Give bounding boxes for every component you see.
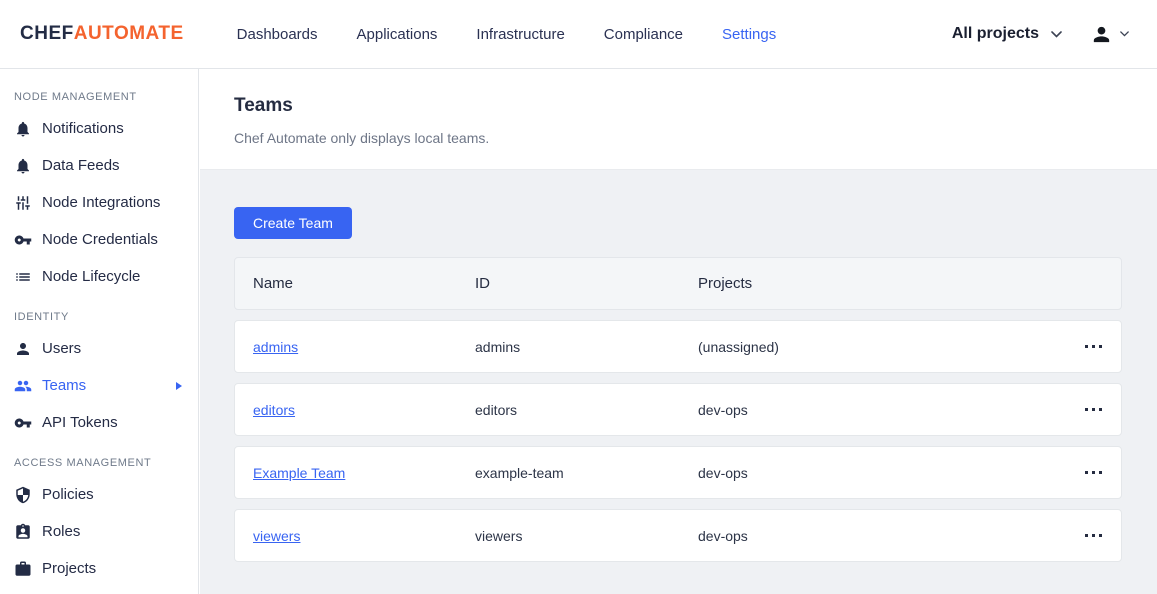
- sidebar-section-identity: IDENTITY Users Teams API Tokens: [0, 309, 198, 441]
- team-name-link[interactable]: admins: [253, 339, 298, 355]
- projects-filter-dropdown[interactable]: All projects: [952, 25, 1062, 43]
- topbar-right: All projects: [952, 23, 1129, 46]
- column-header-projects: Projects: [698, 275, 753, 292]
- page-body: Create Team Name ID Projects admins admin…: [200, 170, 1157, 562]
- create-team-button[interactable]: Create Team: [234, 207, 352, 239]
- sliders-icon: [14, 194, 32, 212]
- sidebar-item-label: Projects: [42, 560, 97, 577]
- projects-dropdown-label: All projects: [951, 25, 1039, 42]
- team-id-cell: editors: [475, 401, 518, 418]
- chef-automate-logo[interactable]: CHEF AUTOMATE: [20, 23, 184, 45]
- column-header-id: ID: [475, 275, 490, 292]
- sidebar-item-teams[interactable]: Teams: [0, 367, 198, 404]
- key-icon: [14, 414, 32, 432]
- table-row: editors editors dev-ops: [234, 383, 1122, 436]
- list-icon: [14, 268, 32, 286]
- user-avatar-icon: [1090, 23, 1113, 46]
- expand-right-arrow-icon[interactable]: [176, 381, 182, 390]
- team-name-link[interactable]: viewers: [253, 528, 300, 544]
- team-projects-cell: (unassigned): [698, 338, 779, 355]
- sidebar-item-policies[interactable]: Policies: [0, 476, 198, 513]
- nav-tab-applications[interactable]: Applications: [357, 0, 438, 69]
- teams-table: Name ID Projects admins admins (unassigned…: [234, 257, 1122, 562]
- person-icon: [14, 340, 32, 358]
- row-actions-menu-button[interactable]: [1079, 337, 1108, 356]
- sidebar-item-projects[interactable]: Projects: [0, 550, 198, 587]
- main-nav: Dashboards Applications Infrastructure Comp…: [237, 0, 777, 69]
- key-icon: [14, 231, 32, 249]
- nav-tab-infrastructure[interactable]: Infrastructure: [476, 0, 564, 69]
- bell-icon: [14, 157, 32, 175]
- team-name-link[interactable]: Example Team: [253, 465, 345, 481]
- team-id-cell: admins: [475, 338, 521, 355]
- sidebar-item-label: Roles: [42, 523, 81, 540]
- sidebar-item-label: Policies: [42, 486, 94, 503]
- sidebar-item-label: Notifications: [42, 120, 124, 137]
- table-header-row: Name ID Projects: [234, 257, 1122, 310]
- chevron-down-icon: [1051, 30, 1062, 38]
- sidebar-item-notifications[interactable]: Notifications: [0, 110, 198, 147]
- sidebar-item-label: Node Integrations: [42, 194, 161, 211]
- table-row: Example Team example-team dev-ops: [234, 446, 1122, 499]
- row-actions-menu-button[interactable]: [1079, 400, 1108, 419]
- nav-tab-settings[interactable]: Settings: [722, 0, 776, 69]
- column-header-name: Name: [253, 275, 294, 292]
- sidebar-item-node-integrations[interactable]: Node Integrations: [0, 184, 198, 221]
- nav-tab-compliance[interactable]: Compliance: [604, 0, 683, 69]
- sidebar-item-roles[interactable]: Roles: [0, 513, 198, 550]
- team-id-cell: viewers: [475, 527, 523, 544]
- sidebar-item-label: Users: [42, 340, 82, 357]
- badge-icon: [14, 523, 32, 541]
- shield-icon: [14, 486, 32, 504]
- team-projects-cell: dev-ops: [698, 464, 748, 481]
- sidebar-section-label: NODE MANAGEMENT: [14, 91, 137, 103]
- row-actions-menu-button[interactable]: [1079, 463, 1108, 482]
- logo-automate-text: AUTOMATE: [73, 23, 184, 44]
- team-name-link[interactable]: editors: [253, 402, 295, 418]
- top-nav-bar: CHEF AUTOMATE Dashboards Applications Infra…: [0, 0, 1157, 69]
- sidebar-item-data-feeds[interactable]: Data Feeds: [0, 147, 198, 184]
- sidebar-item-label: Teams: [42, 377, 87, 394]
- nav-tab-dashboards[interactable]: Dashboards: [237, 0, 318, 69]
- sidebar-item-label: API Tokens: [42, 414, 118, 431]
- sidebar-section-access-management: ACCESS MANAGEMENT Policies Roles Projects: [0, 455, 198, 587]
- page-subtitle: Chef Automate only displays local teams.: [234, 130, 490, 146]
- sidebar-item-users[interactable]: Users: [0, 330, 198, 367]
- user-menu[interactable]: [1090, 23, 1129, 46]
- sidebar-item-node-lifecycle[interactable]: Node Lifecycle: [0, 258, 198, 295]
- page-title: Teams: [234, 95, 293, 116]
- table-row: viewers viewers dev-ops: [234, 509, 1122, 562]
- group-icon: [14, 377, 32, 395]
- chevron-down-icon: [1120, 31, 1129, 37]
- team-id-cell: example-team: [475, 464, 564, 481]
- team-projects-cell: dev-ops: [698, 527, 748, 544]
- sidebar-section-label: ACCESS MANAGEMENT: [14, 457, 152, 469]
- row-actions-menu-button[interactable]: [1079, 526, 1108, 545]
- main-content: Teams Chef Automate only displays local …: [200, 69, 1157, 594]
- team-projects-cell: dev-ops: [698, 401, 748, 418]
- briefcase-icon: [14, 560, 32, 578]
- sidebar-section-node-management: NODE MANAGEMENT Notifications Data Feeds No…: [0, 89, 198, 295]
- sidebar-item-api-tokens[interactable]: API Tokens: [0, 404, 198, 441]
- page-header: Teams Chef Automate only displays local …: [200, 69, 1157, 170]
- sidebar-item-node-credentials[interactable]: Node Credentials: [0, 221, 198, 258]
- settings-sidebar: NODE MANAGEMENT Notifications Data Feeds No…: [0, 69, 199, 594]
- sidebar-section-label: IDENTITY: [14, 311, 69, 323]
- table-row: admins admins (unassigned): [234, 320, 1122, 373]
- sidebar-item-label: Node Credentials: [42, 231, 158, 248]
- sidebar-item-label: Data Feeds: [42, 157, 120, 174]
- logo-chef-text: CHEF: [20, 23, 74, 44]
- bell-icon: [14, 120, 32, 138]
- sidebar-item-label: Node Lifecycle: [42, 268, 141, 285]
